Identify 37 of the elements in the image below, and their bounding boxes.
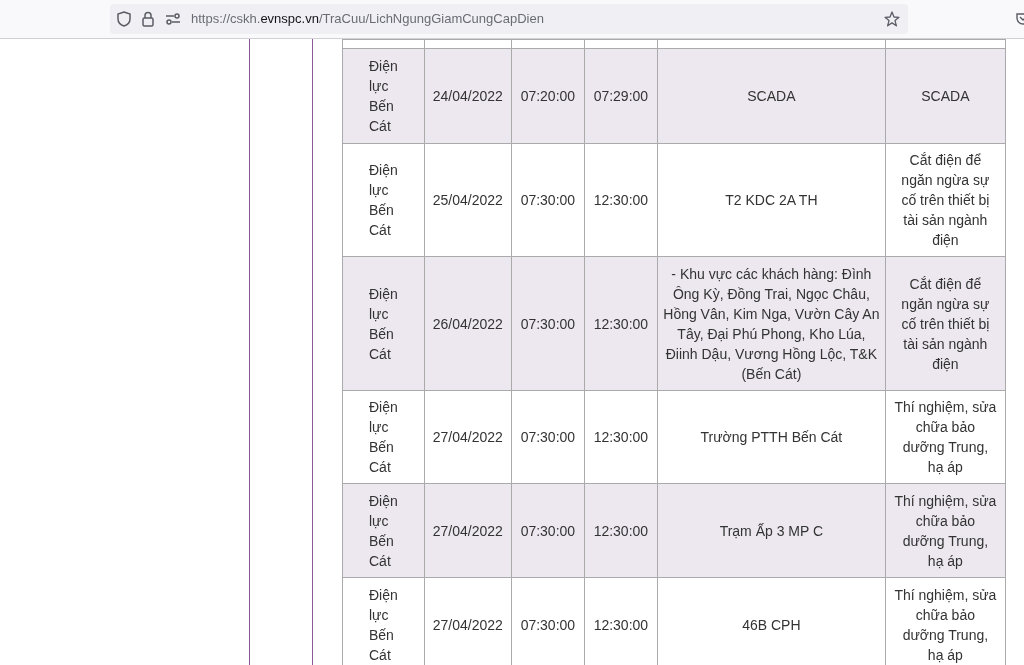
area-cell: Trường PTTH Bến Cát [657,390,886,484]
date-cell: 27/04/2022 [424,390,512,484]
time-cell: 07:30:00 [511,256,585,391]
reason-cell: Cắt điện để ngăn ngừa sự cố trên thiết bị tài sản ngành điện [885,256,1006,391]
unit-cell: Điện lực Bến Cát [342,483,425,578]
area-cell: T2 KDC 2A TH [657,143,886,257]
time-cell: 07:30:00 [511,390,585,484]
unit-cell: Điện lực Bến Cát [342,256,425,391]
time-cell: 07:30:00 [511,143,585,257]
reason-cell: Cắt điện để ngăn ngừa sự cố trên thiết bị tài sản ngành điện [885,143,1006,257]
url-text[interactable]: https://cskh.evnspc.vn/TraCuu/LichNgungGiamCungCapDien [191,9,544,29]
time-cell: 12:30:00 [584,143,658,257]
unit-cell: Điện lực Bến Cát [342,48,425,144]
permissions-icon[interactable] [165,13,181,25]
area-cell: SCADA [657,48,886,144]
lock-icon[interactable] [141,11,155,27]
time-cell: 12:30:00 [584,390,658,484]
date-cell: 27/04/2022 [424,483,512,578]
date-cell: 25/04/2022 [424,143,512,257]
area-cell: Trạm Ấp 3 MP C [657,483,886,578]
time-cell: 12:30:00 [584,256,658,391]
reason-cell: Thí nghiệm, sửa chữa bảo dưỡng Trung, hạ áp [885,483,1006,578]
date-cell: 24/04/2022 [424,48,512,144]
address-bar[interactable]: https://cskh.evnspc.vn/TraCuu/LichNgungGiamCungCapDien [110,4,908,34]
unit-cell: Điện lực Bến Cát [342,143,425,257]
bookmark-star-icon[interactable] [884,11,900,27]
unit-cell: Điện lực Bến Cát [342,390,425,484]
time-cell: 07:20:00 [511,48,585,144]
reason-cell: SCADA [885,48,1006,144]
time-cell: 07:29:00 [584,48,658,144]
shield-icon[interactable] [117,11,131,27]
area-cell: - Khu vực các khách hàng: Đình Ông Kỳ, Đồng Trai, Ngọc Châu, Hồng Vân, Kim Nga, Vườn Cây An Tây, Đại Phú Phong, Kho Lúa, Điinh Dậu, Vương Hồng Lộc, T&K (Bến Cát) [657,256,886,391]
reason-cell: Thí nghiệm, sửa chữa bảo dưỡng Trung, hạ áp [885,390,1006,484]
unit-cell: Điện lực Bến Cát [342,577,425,665]
time-cell: 12:30:00 [584,483,658,578]
date-cell: 26/04/2022 [424,256,512,391]
time-cell: 07:30:00 [511,483,585,578]
